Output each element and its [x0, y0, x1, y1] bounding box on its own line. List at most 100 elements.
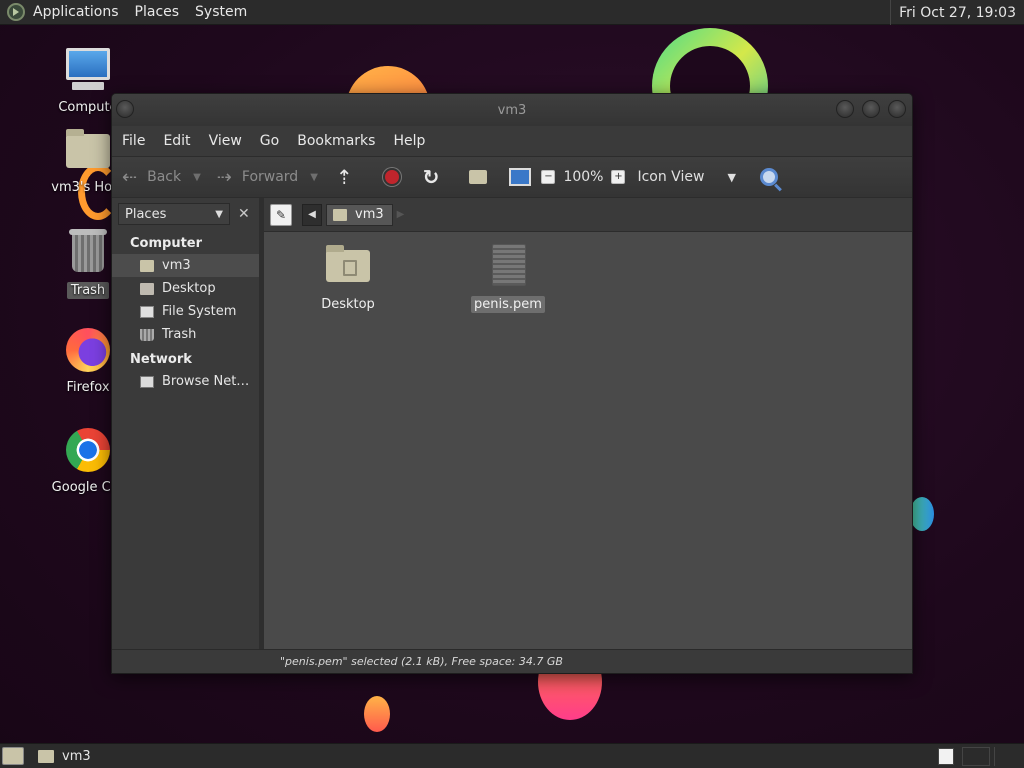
wallpaper-blob: [910, 497, 934, 531]
back-button[interactable]: ⇠ Back: [122, 167, 181, 188]
computer-button[interactable]: [509, 168, 532, 186]
window-body: Places ▼ ✕ Computer vm3 Desktop File Sys…: [112, 198, 912, 650]
workspace-2[interactable]: [962, 747, 990, 766]
forward-history-dropdown[interactable]: ▼: [310, 172, 318, 183]
sidebar-item-trash[interactable]: Trash: [112, 323, 263, 346]
back-arrow-icon: ⇠: [122, 166, 138, 188]
forward-button[interactable]: ⇢ Forward: [217, 167, 298, 188]
folder-icon: [140, 282, 154, 295]
minimize-button[interactable]: [836, 100, 854, 118]
window-titlebar[interactable]: vm3: [112, 94, 912, 126]
drive-icon: [140, 305, 154, 318]
forward-arrow-icon: ⇢: [216, 166, 232, 188]
breadcrumb-label: vm3: [355, 207, 384, 222]
sidebar-item-label: File System: [162, 304, 237, 319]
file-manager-window: vm3 File Edit View Go Bookmarks Help ⇠ B…: [111, 93, 913, 674]
sidebar-item-vm3[interactable]: vm3: [112, 254, 259, 277]
file-item-penis-pem[interactable]: penis.pem: [458, 242, 558, 313]
chevron-left-icon: ◀: [308, 209, 316, 220]
sidebar-item-file-system[interactable]: File System: [112, 300, 263, 323]
forward-label: Forward: [241, 169, 299, 185]
plus-icon: +: [614, 171, 623, 182]
home-icon: [140, 259, 154, 272]
stop-button[interactable]: [382, 168, 401, 186]
menu-places[interactable]: Places: [135, 4, 180, 20]
window-title: vm3: [497, 102, 527, 118]
menu-help[interactable]: Help: [393, 133, 425, 149]
minus-icon: −: [544, 171, 553, 182]
sidebar-item-label: Desktop: [162, 281, 216, 296]
toolbar: ⇠ Back ▼ ⇢ Forward ▼ ⇡ ↻ − 100% + Icon V…: [112, 156, 912, 198]
back-label: Back: [147, 169, 182, 185]
stop-icon: [382, 168, 401, 186]
file-view[interactable]: ✎ ◀ vm3 ▶ Desktop penis.pem: [264, 198, 912, 650]
back-history-dropdown[interactable]: ▼: [193, 172, 201, 183]
search-icon[interactable]: [759, 168, 778, 186]
trash-icon: [140, 328, 154, 341]
file-item-desktop[interactable]: Desktop: [298, 242, 398, 313]
sidebar: Places ▼ ✕ Computer vm3 Desktop File Sys…: [112, 198, 264, 650]
sidebar-group-computer: Computer: [130, 236, 203, 251]
reload-icon: ↻: [422, 165, 440, 189]
maximize-button[interactable]: [862, 100, 880, 118]
chevron-down-icon: ▼: [215, 208, 223, 220]
sidebar-item-label: Browse Net…: [162, 374, 250, 389]
menu-file[interactable]: File: [122, 133, 145, 149]
sidebar-group-network: Network: [130, 352, 192, 367]
zoom-in-button[interactable]: +: [611, 170, 626, 184]
up-arrow-icon: ⇡: [335, 165, 353, 189]
file-name: Desktop: [321, 297, 375, 312]
pencil-icon: ✎: [275, 207, 287, 222]
menu-go[interactable]: Go: [260, 133, 279, 149]
sidebar-mode-label: Places: [125, 206, 167, 222]
taskbar-item-vm3[interactable]: vm3: [38, 749, 91, 764]
document-icon: [484, 242, 532, 290]
menu-view[interactable]: View: [209, 133, 242, 149]
close-button[interactable]: [888, 100, 906, 118]
sidebar-item-label: Trash: [162, 327, 197, 342]
trash-applet[interactable]: [994, 747, 1024, 766]
workspace-1[interactable]: [938, 748, 954, 765]
trash-icon: [64, 228, 112, 276]
clock[interactable]: Fri Oct 27, 19:03: [890, 0, 1024, 25]
path-scroll-right[interactable]: ▶: [397, 209, 405, 220]
up-button[interactable]: ⇡: [336, 165, 363, 189]
folder-icon: [324, 242, 372, 290]
view-mode-select[interactable]: Icon View: [637, 169, 727, 185]
home-icon: [333, 208, 347, 221]
firefox-icon: [64, 326, 112, 374]
path-scroll-left[interactable]: ◀: [302, 203, 322, 226]
top-panel: Applications Places System Fri Oct 27, 1…: [0, 0, 1024, 25]
sidebar-item-browse-network[interactable]: Browse Net…: [112, 370, 263, 393]
show-desktop-button[interactable]: [2, 747, 24, 765]
sidebar-mode-select[interactable]: Places ▼: [118, 203, 230, 225]
edit-location-toggle[interactable]: ✎: [270, 203, 292, 226]
wallpaper-blob: [364, 696, 390, 732]
menu-edit[interactable]: Edit: [163, 133, 190, 149]
status-bar: "penis.pem" selected (2.1 kB), Free spac…: [112, 649, 912, 673]
path-bar: ✎ ◀ vm3 ▶: [264, 198, 912, 232]
menubar: File Edit View Go Bookmarks Help: [112, 126, 912, 156]
bottom-panel: vm3: [0, 743, 1024, 768]
zoom-level[interactable]: 100%: [563, 169, 603, 185]
chevron-right-icon: ▶: [396, 209, 405, 220]
menu-system[interactable]: System: [195, 4, 247, 20]
distro-logo-icon[interactable]: [7, 3, 25, 21]
breadcrumb-vm3[interactable]: vm3: [326, 203, 393, 226]
zoom-out-button[interactable]: −: [541, 170, 556, 184]
taskbar-item-label: vm3: [62, 748, 91, 764]
menu-applications[interactable]: Applications: [33, 4, 119, 20]
sidebar-item-desktop[interactable]: Desktop: [112, 277, 263, 300]
sidebar-item-label: vm3: [162, 258, 191, 273]
menu-bookmarks[interactable]: Bookmarks: [297, 133, 375, 149]
file-name: penis.pem: [471, 296, 545, 313]
reload-button[interactable]: ↻: [423, 165, 450, 189]
home-folder-icon: [38, 749, 54, 763]
window-menu-button[interactable]: [116, 100, 134, 118]
home-folder-icon: [64, 126, 112, 174]
close-sidebar-icon[interactable]: ✕: [238, 206, 250, 222]
computer-icon: [64, 46, 112, 94]
chrome-icon: [64, 426, 112, 474]
home-button[interactable]: [469, 170, 488, 184]
view-mode-dropdown-arrow[interactable]: ▼: [727, 171, 735, 184]
